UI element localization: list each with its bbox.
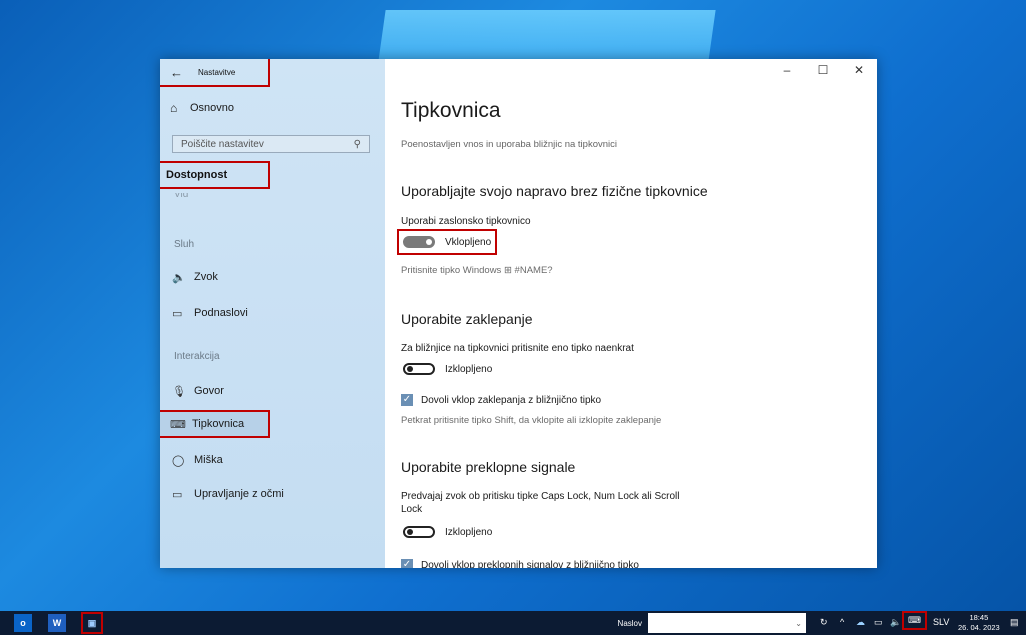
window-controls: – ☐ ✕ — [769, 59, 877, 81]
settings-content: – ☐ ✕ Tipkovnica Poenostavljen vnos in u… — [385, 59, 877, 568]
notifications-icon[interactable]: ▤ — [1010, 617, 1019, 628]
checkbox-label: Dovoli vklop preklopnih signalov z bližn… — [421, 559, 639, 569]
taskbar-address-bar[interactable]: Naslov ⌄ — [618, 613, 806, 633]
microphone-icon: 🎙 — [172, 385, 186, 398]
refresh-icon[interactable]: ↻ — [820, 617, 828, 628]
outlook-icon[interactable]: o — [14, 614, 32, 632]
checkmark-icon: ✓ — [401, 394, 413, 406]
toggle-state: Vklopljeno — [445, 236, 492, 248]
home-link[interactable]: ⌂ Osnovno — [170, 101, 234, 115]
minimize-button[interactable]: – — [769, 59, 805, 81]
sidebar-item-eye-control[interactable]: ▭ Upravljanje z očmi — [172, 482, 284, 506]
speaker-icon: 🔈 — [172, 271, 186, 284]
clock[interactable]: 18:45 26. 04. 2023 — [958, 613, 1000, 633]
toggle-keys-label: Predvajaj zvok ob pritisku tipke Caps Lo… — [401, 491, 680, 515]
remote-desktop-icon[interactable]: ▣ — [81, 612, 103, 634]
sidebar-item-sound[interactable]: 🔈 Zvok — [172, 265, 218, 289]
keyboard-icon: ⌨ — [170, 418, 186, 431]
onscreen-keyboard-label: Uporabi zaslonsko tipkovnico — [401, 216, 531, 227]
sidebar-item-mouse[interactable]: ◯ Miška — [172, 448, 223, 472]
maximize-button[interactable]: ☐ — [805, 59, 841, 81]
chevron-down-icon: ⌄ — [795, 618, 802, 628]
sticky-keys-shortcut-checkbox[interactable]: ✓ Dovoli vklop zaklepanja z bližnjično t… — [401, 394, 601, 406]
window-title: Nastavitve — [198, 67, 236, 77]
settings-window: ← Nastavitve ⌂ Osnovno Poiščite nastavit… — [160, 59, 877, 568]
clock-date: 26. 04. 2023 — [958, 623, 1000, 632]
group-label-interaction: Interakcija — [174, 351, 220, 362]
sidebar-item-label: Tipkovnica — [192, 418, 245, 430]
section-title: Dostopnost — [160, 161, 270, 189]
toggle-switch-off — [403, 526, 435, 538]
toggle-switch-on — [403, 236, 435, 248]
toggle-state: Izklopljeno — [445, 363, 493, 375]
search-placeholder: Poiščite nastavitev — [181, 138, 264, 150]
captions-icon: ▭ — [172, 307, 183, 320]
sidebar-item-keyboard[interactable]: ⌨ Tipkovnica — [160, 410, 270, 438]
sidebar-item-vision[interactable]: Vid — [174, 193, 188, 201]
taskbar: o W ▣ Naslov ⌄ ↻ ^ ☁ ▭ 🔈 ⌨ SLV 18:45 26.… — [0, 611, 1026, 635]
sidebar-item-label: Podnaslovi — [194, 307, 248, 319]
eye-control-icon: ▭ — [172, 488, 183, 501]
checkmark-icon: ✓ — [401, 559, 413, 568]
onedrive-icon[interactable]: ☁ — [856, 617, 865, 628]
home-icon: ⌂ — [170, 101, 178, 115]
clock-time: 18:45 — [969, 613, 989, 622]
checkbox-label: Dovoli vklop zaklepanja z bližnjično tip… — [421, 394, 602, 406]
chevron-up-icon[interactable]: ^ — [840, 617, 844, 627]
sticky-keys-hint: Petkrat pritisnite tipko Shift, da vklop… — [401, 415, 662, 426]
group-label-hearing: Sluh — [174, 239, 195, 250]
back-button[interactable]: ← Nastavitve — [160, 59, 270, 87]
network-icon[interactable]: ▭ — [874, 617, 883, 628]
toggle-state: Izklopljeno — [445, 526, 493, 538]
onscreen-keyboard-toggle[interactable]: Vklopljeno — [396, 229, 498, 255]
back-arrow-icon: ← — [170, 64, 183, 80]
settings-sidebar: ← Nastavitve ⌂ Osnovno Poiščite nastavit… — [160, 59, 385, 568]
word-icon[interactable]: W — [48, 614, 66, 632]
close-button[interactable]: ✕ — [841, 59, 877, 81]
toggle-keys-shortcut-checkbox[interactable]: ✓ Dovoli vklop preklopnih signalov z bli… — [401, 559, 639, 568]
sidebar-item-captions[interactable]: ▭ Podnaslovi — [172, 301, 248, 325]
page-title: Tipkovnica — [401, 99, 501, 122]
page-subtitle: Poenostavljen vnos in uporaba bližnjic n… — [401, 139, 617, 150]
sidebar-item-label: Govor — [194, 385, 224, 397]
toggle-keys-toggle[interactable]: Izklopljeno — [399, 521, 496, 543]
onscreen-keyboard-hint: Pritisnite tipko Windows ⊞ #NAME? — [401, 265, 553, 276]
sticky-keys-toggle[interactable]: Izklopljeno — [399, 358, 496, 380]
search-icon: ⚲ — [353, 138, 361, 150]
volume-icon[interactable]: 🔈 — [890, 617, 901, 628]
mouse-icon: ◯ — [172, 454, 185, 467]
settings-search-input[interactable]: Poiščite nastavitev ⚲ — [172, 135, 370, 153]
home-label: Osnovno — [190, 102, 235, 114]
sidebar-item-speech[interactable]: 🎙 Govor — [172, 379, 224, 403]
touch-keyboard-icon[interactable]: ⌨ — [902, 611, 927, 630]
section-heading-toggle-keys: Uporabite preklopne signale — [401, 459, 576, 475]
section-heading-sticky-keys: Uporabite zaklepanje — [401, 311, 533, 327]
sidebar-item-label: Zvok — [194, 271, 218, 283]
address-label: Naslov — [617, 619, 642, 628]
sidebar-item-label: Miška — [194, 454, 223, 466]
section-heading-onscreen-keyboard: Uporabljajte svojo napravo brez fizične … — [401, 183, 708, 199]
language-indicator[interactable]: SLV — [933, 617, 949, 627]
sticky-keys-label: Za bližnjice na tipkovnici pritisnite en… — [401, 343, 634, 354]
toggle-switch-off — [403, 363, 435, 375]
sidebar-item-label: Upravljanje z očmi — [194, 488, 284, 500]
